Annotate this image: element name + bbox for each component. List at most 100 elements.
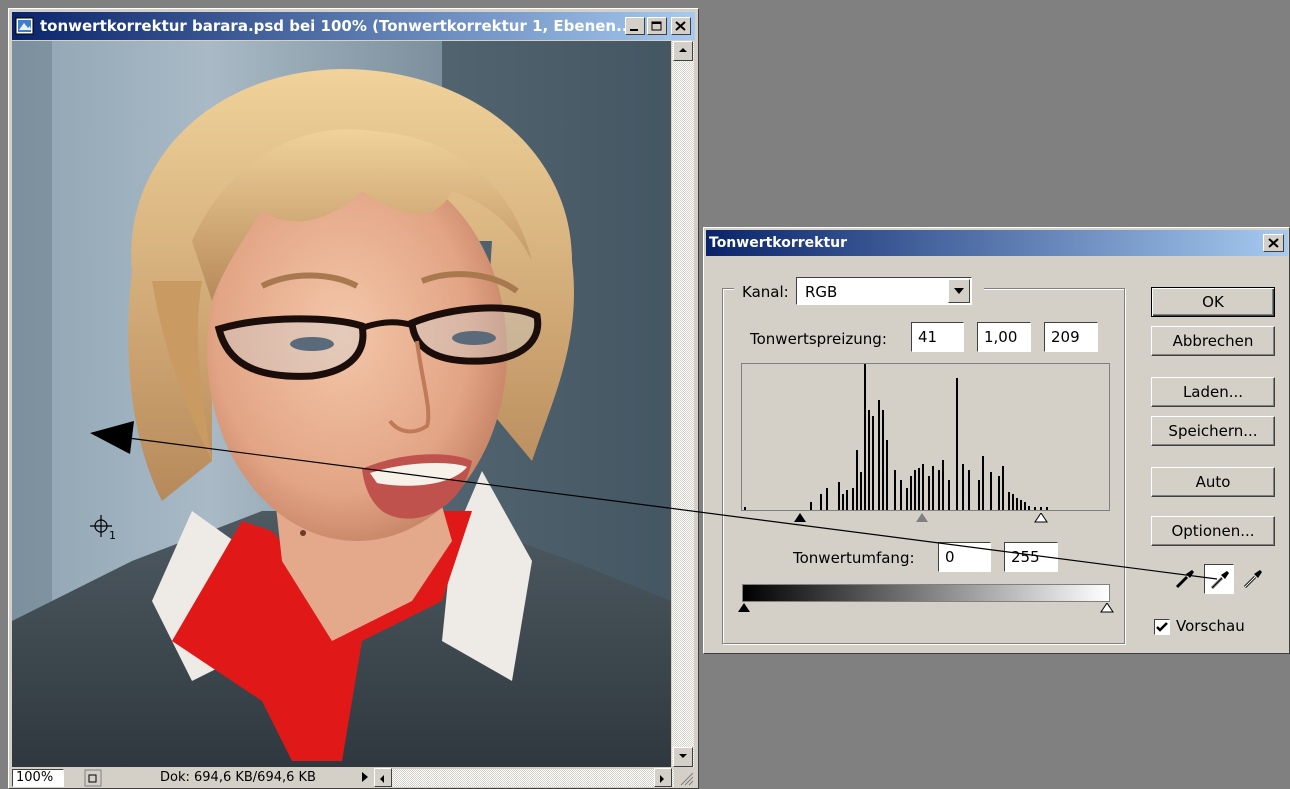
save-button[interactable]: Speichern...	[1151, 416, 1275, 446]
histogram-bar	[1020, 500, 1022, 510]
input-levels-label: Tonwertspreizung:	[750, 330, 887, 348]
histogram	[741, 363, 1110, 511]
scroll-up-button[interactable]	[673, 41, 693, 61]
scroll-down-icon	[679, 754, 687, 758]
vertical-scrollbar[interactable]	[672, 41, 694, 767]
input-gamma-field[interactable]: 1,00	[977, 322, 1031, 352]
output-white-slider[interactable]	[1100, 603, 1114, 613]
histogram-bar	[990, 472, 992, 510]
output-white-field[interactable]: 255	[1004, 542, 1058, 572]
status-menu-icon[interactable]	[84, 769, 102, 787]
options-button[interactable]: Optionen...	[1151, 516, 1275, 546]
checkmark-icon	[1156, 622, 1168, 632]
histogram-bar	[900, 480, 902, 510]
input-white-slider[interactable]	[1034, 513, 1048, 523]
input-black-slider[interactable]	[793, 513, 807, 523]
histogram-bar	[982, 456, 984, 510]
histogram-bar	[998, 476, 1000, 510]
levels-dialog[interactable]: Tonwertkorrektur Kanal: RGB Tonwertsprei…	[703, 227, 1290, 654]
black-eyedropper-icon	[1175, 570, 1194, 589]
channel-label: Kanal:	[742, 283, 789, 301]
channel-dropdown-button[interactable]	[948, 279, 970, 303]
close-icon	[1268, 238, 1279, 248]
histogram-bar	[838, 482, 840, 510]
document-titlebar[interactable]: tonwertkorrektur barara.psd bei 100% (To…	[12, 12, 695, 40]
output-black-field[interactable]: 0	[938, 542, 991, 572]
histogram-bar	[938, 470, 940, 510]
histogram-bar	[918, 468, 920, 510]
histogram-bar	[932, 466, 934, 510]
input-gamma-slider[interactable]	[915, 513, 929, 523]
scroll-right-button[interactable]	[654, 768, 672, 787]
preview-label[interactable]: Vorschau	[1176, 617, 1245, 635]
histogram-bar	[956, 378, 958, 510]
output-levels-label: Tonwertumfang:	[793, 549, 915, 567]
histogram-bar	[852, 488, 854, 510]
scroll-left-button[interactable]	[374, 768, 392, 787]
minimize-button[interactable]	[625, 17, 645, 35]
histogram-bar	[914, 470, 916, 510]
load-button[interactable]: Laden...	[1151, 377, 1275, 407]
zoom-field[interactable]: 100%	[12, 769, 64, 787]
histogram-bar	[882, 410, 884, 510]
document-window[interactable]: tonwertkorrektur barara.psd bei 100% (To…	[8, 8, 699, 789]
histogram-bar	[1046, 507, 1048, 510]
maximize-button[interactable]	[647, 17, 667, 35]
histogram-bar	[886, 440, 888, 510]
status-bar: 100% Dok: 694,6 KB/694,6 KB	[12, 768, 695, 788]
histogram-bar	[978, 480, 980, 510]
minimize-icon	[630, 29, 638, 31]
horizontal-scrollbar[interactable]	[374, 768, 674, 787]
scroll-left-icon	[380, 775, 384, 783]
cancel-button[interactable]: Abbrechen	[1151, 326, 1275, 356]
histogram-bar	[1002, 466, 1004, 510]
resize-grip-icon[interactable]	[678, 770, 694, 786]
dialog-title: Tonwertkorrektur	[709, 235, 848, 251]
close-button[interactable]	[671, 17, 691, 35]
output-black-slider[interactable]	[737, 603, 751, 613]
gray-eyedropper-button[interactable]	[1204, 564, 1234, 594]
histogram-bar	[910, 476, 912, 510]
preview-checkbox[interactable]	[1154, 619, 1170, 635]
histogram-bar	[906, 488, 908, 510]
input-black-field[interactable]: 41	[911, 322, 964, 352]
histogram-bar	[1040, 507, 1042, 510]
histogram-bar	[968, 470, 970, 510]
portrait-photo	[12, 41, 671, 767]
channel-row: Kanal: RGB	[734, 277, 984, 307]
auto-button[interactable]: Auto	[1151, 467, 1275, 497]
color-sampler-icon[interactable]	[90, 515, 124, 545]
document-title: tonwertkorrektur barara.psd bei 100% (To…	[40, 17, 634, 35]
histogram-bar	[962, 464, 964, 510]
histogram-bar	[894, 470, 896, 510]
scroll-down-button[interactable]	[673, 747, 693, 767]
histogram-bar	[928, 476, 930, 510]
histogram-bar	[922, 464, 924, 510]
white-eyedropper-icon	[1243, 570, 1262, 589]
histogram-bar	[872, 416, 874, 510]
histogram-bar	[878, 400, 880, 510]
input-white-field[interactable]: 209	[1044, 322, 1098, 352]
histogram-bar	[1012, 494, 1014, 510]
document-size: Dok: 694,6 KB/694,6 KB	[160, 770, 316, 785]
histogram-bar	[744, 507, 746, 510]
black-eyedropper-button[interactable]	[1170, 564, 1200, 594]
dialog-titlebar[interactable]: Tonwertkorrektur	[706, 230, 1288, 256]
histogram-bar	[942, 460, 944, 510]
image-canvas[interactable]: 1	[12, 41, 671, 767]
dialog-close-button[interactable]	[1263, 234, 1284, 252]
histogram-bar	[826, 488, 828, 510]
white-eyedropper-button[interactable]	[1238, 564, 1268, 594]
channel-select[interactable]: RGB	[796, 277, 972, 305]
dropdown-arrow-icon	[954, 288, 964, 294]
histogram-bar	[1008, 492, 1010, 510]
histogram-bar	[856, 450, 858, 510]
close-icon	[675, 21, 686, 31]
photoshop-doc-icon	[15, 17, 34, 35]
histogram-bar	[1028, 506, 1030, 510]
scroll-up-icon	[679, 48, 687, 52]
status-menu-arrow-icon[interactable]	[360, 771, 370, 783]
ok-button[interactable]: OK	[1151, 287, 1275, 317]
histogram-bar	[868, 410, 870, 510]
gray-eyedropper-icon	[1210, 571, 1229, 590]
